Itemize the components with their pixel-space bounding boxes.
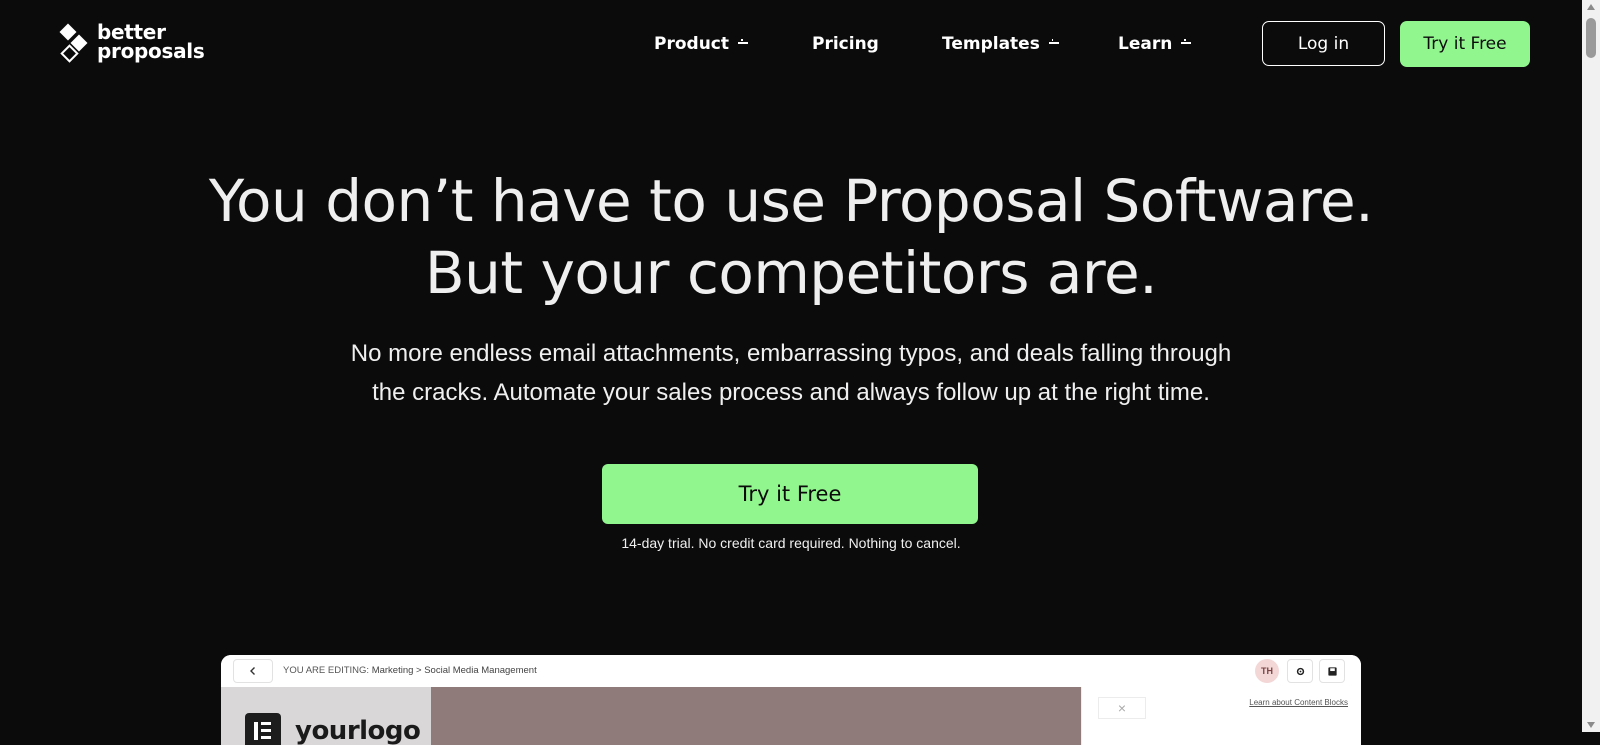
save-icon (1327, 666, 1337, 676)
scroll-down-arrow-icon[interactable] (1587, 722, 1595, 728)
editing-prefix: YOU ARE EDITING: (283, 665, 370, 676)
login-button[interactable]: Log in (1262, 21, 1385, 66)
back-button[interactable] (233, 659, 273, 683)
hero-title: You don’t have to use Proposal Software.… (0, 165, 1582, 309)
nav-item-label: Pricing (812, 34, 879, 54)
preview-sidebar: yourlogo (221, 687, 431, 745)
preview-toolbar: YOU ARE EDITING: Marketing > Social Medi… (221, 655, 1361, 687)
brand-wordmark: better proposals (97, 22, 205, 63)
brand-logo-icon (59, 22, 89, 63)
dropdown-caret-icon (738, 39, 748, 45)
scroll-up-arrow-icon[interactable] (1587, 4, 1595, 10)
placeholder-logo-icon (245, 713, 281, 745)
save-button[interactable] (1319, 659, 1345, 683)
trial-note: 14-day trial. No credit card required. N… (621, 535, 961, 551)
try-free-cta-button[interactable]: Try it Free (602, 464, 978, 524)
hero-title-line2: But your competitors are. (424, 239, 1158, 307)
close-icon[interactable]: × (1098, 697, 1146, 719)
hero-subtitle: No more endless email attachments, embar… (0, 334, 1582, 412)
nav-item-label: Templates (942, 34, 1040, 54)
hero-subtitle-line1: No more endless email attachments, embar… (350, 340, 1232, 367)
editing-breadcrumb: YOU ARE EDITING: Marketing > Social Medi… (283, 665, 537, 676)
nav-item-label: Learn (1118, 34, 1173, 54)
try-free-header-button[interactable]: Try it Free (1400, 21, 1530, 67)
content-blocks-panel: × Learn about Content Blocks (1081, 687, 1361, 745)
placeholder-logo: yourlogo (245, 713, 421, 745)
preview-canvas (431, 687, 1081, 745)
content-blocks-link[interactable]: Learn about Content Blocks (1249, 698, 1348, 707)
gear-icon (1296, 667, 1304, 675)
hero-title-line1: You don’t have to use Proposal Software. (208, 167, 1374, 235)
dropdown-caret-icon (1181, 39, 1192, 45)
brand-wordmark-line2: proposals (97, 39, 205, 63)
nav-item-templates[interactable]: Templates (942, 34, 1059, 54)
scrollbar-thumb[interactable] (1586, 18, 1596, 58)
nav-item-pricing[interactable]: Pricing (812, 34, 879, 54)
brand-logo[interactable]: better proposals (59, 22, 205, 63)
editing-path: Marketing > Social Media Management (371, 665, 537, 676)
settings-button[interactable] (1287, 659, 1313, 683)
page-scrollbar[interactable] (1582, 0, 1600, 732)
nav-item-label: Product (654, 34, 729, 54)
hero-subtitle-line2: the cracks. Automate your sales process … (372, 379, 1210, 406)
dropdown-caret-icon (1048, 39, 1059, 45)
nav-item-learn[interactable]: Learn (1118, 34, 1192, 54)
avatar[interactable]: TH (1255, 659, 1279, 683)
site-header: better proposals Product Pricing Templat… (0, 0, 1582, 92)
chevron-left-icon (250, 667, 255, 675)
placeholder-logo-text: yourlogo (295, 716, 421, 745)
nav-item-product[interactable]: Product (654, 34, 748, 54)
